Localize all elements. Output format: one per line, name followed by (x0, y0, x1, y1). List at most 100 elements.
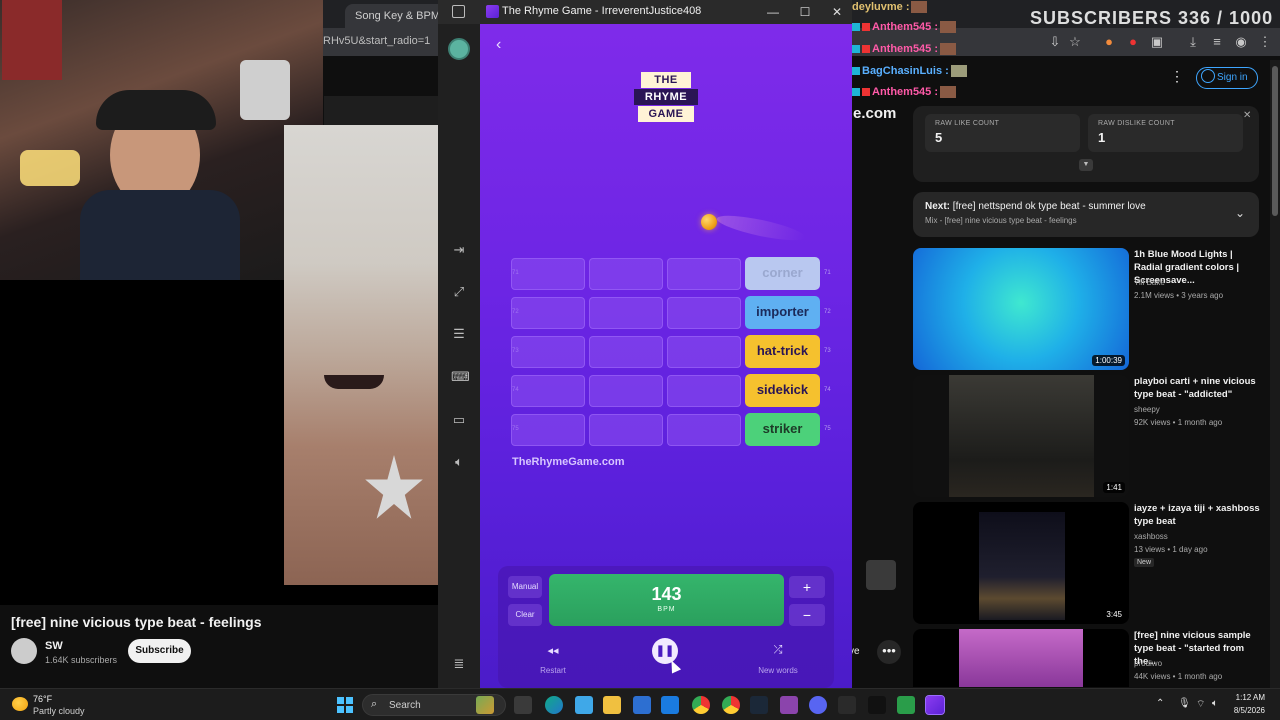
settings-sliders-icon[interactable]: ☰ (451, 326, 467, 342)
beat-cell (511, 375, 585, 407)
restart-label[interactable]: Restart (523, 666, 583, 675)
wall-poster-left (2, 0, 62, 80)
video-frame (284, 125, 438, 585)
new-words-label[interactable]: New words (743, 666, 813, 675)
chrome-icon[interactable] (722, 696, 740, 714)
app-icon[interactable] (780, 696, 798, 714)
steam-icon[interactable] (750, 696, 768, 714)
app-icon[interactable] (838, 696, 856, 714)
tray-chevron-icon[interactable]: ⌃ (1156, 698, 1164, 709)
copilot-icon[interactable] (575, 696, 593, 714)
app-icon[interactable] (897, 696, 915, 714)
more-actions-button[interactable]: ••• (877, 640, 901, 664)
weather-description[interactable]: Partly cloudy (33, 706, 85, 716)
exit-icon[interactable]: ⇥ (451, 242, 467, 258)
recommendation-title[interactable]: playboi carti + nine vicious type beat -… (1134, 375, 1260, 401)
user-avatar[interactable] (448, 38, 470, 60)
label-icon[interactable]: ▭ (451, 412, 467, 428)
duration-badge: 1:00:39 (1092, 355, 1125, 366)
chevron-down-icon[interactable]: ⌄ (1235, 206, 1245, 220)
sidebar-toggle-icon[interactable] (452, 5, 465, 18)
shuffle-icon[interactable]: ⤮ (763, 644, 793, 657)
weather-icon[interactable] (12, 697, 28, 711)
thumbnail-image (979, 512, 1065, 620)
store-icon[interactable] (633, 696, 651, 714)
file-explorer-icon[interactable] (603, 696, 621, 714)
restart-icon[interactable]: ◂◂ (538, 644, 568, 657)
chat-message: Anthem545 : (852, 43, 957, 56)
recommendation-channel[interactable]: sheepy (1134, 405, 1160, 414)
browser-menu-icon[interactable]: ⋮ (1258, 35, 1272, 49)
rhyme-game-window: The Rhyme Game - IrreverentJustice408 — … (438, 0, 852, 688)
chat-user: deyluvme (852, 1, 903, 13)
rhyme-game-taskbar-icon[interactable] (925, 695, 945, 715)
window-titlebar[interactable]: The Rhyme Game - IrreverentJustice408 — … (438, 0, 852, 24)
recommendation-item[interactable]: 1:00:39 1h Blue Mood Lights | Radial gra… (913, 248, 1259, 370)
task-view-icon[interactable] (514, 696, 532, 714)
widget-icon[interactable] (476, 696, 494, 714)
close-icon[interactable]: ✕ (1243, 110, 1251, 121)
chevron-down-icon[interactable]: ▼ (1079, 159, 1093, 171)
sign-in-button[interactable]: Sign in (1196, 67, 1258, 89)
playlist-icon[interactable]: ≣ (451, 656, 467, 672)
dislike-count-box: RAW DISLIKE COUNT 1 (1088, 114, 1243, 152)
channel-avatar[interactable] (11, 638, 37, 664)
terminal-icon[interactable] (868, 696, 886, 714)
install-icon[interactable]: ⇩ (1048, 35, 1062, 49)
up-next-panel[interactable]: Next: [free] nettspend ok type beat - su… (913, 192, 1259, 237)
volume-icon[interactable]: 🔈︎ (451, 454, 467, 470)
discord-icon[interactable] (809, 696, 827, 714)
minimize-icon[interactable]: — (764, 3, 782, 21)
recommendation-channel[interactable]: prodiwo (1134, 659, 1162, 668)
bpm-display[interactable]: 143 BPM (549, 574, 784, 626)
start-button[interactable] (337, 697, 353, 713)
microphone-icon[interactable]: 🎙︎ (1178, 698, 1191, 709)
video-thumbnail[interactable] (913, 629, 1129, 687)
expand-icon[interactable]: ⤢ (451, 284, 467, 300)
row-number: 71 (824, 270, 831, 276)
clock-date[interactable]: 8/5/2026 (1225, 706, 1265, 715)
recommendation-item[interactable]: 1:41 playboi carti + nine vicious type b… (913, 375, 1259, 497)
recommendation-item[interactable]: 3:45 iayze + izaya tiji + xashboss type … (913, 502, 1260, 624)
keyboard-icon[interactable]: ⌨ (451, 369, 470, 385)
bpm-increase-button[interactable]: + (789, 576, 825, 598)
close-icon[interactable]: ✕ (828, 3, 846, 21)
recommendation-title[interactable]: iayze + izaya tiji + xashboss type beat (1134, 502, 1260, 528)
up-next-line: Next: [free] nettspend ok type beat - su… (925, 201, 1247, 212)
video-mouth (324, 375, 384, 389)
clear-button[interactable]: Clear (508, 604, 542, 626)
bookmark-star-icon[interactable]: ☆ (1068, 35, 1082, 49)
video-thumbnail[interactable]: 1:00:39 (913, 248, 1129, 370)
edge-icon[interactable] (545, 696, 563, 714)
adblock-icon[interactable]: ● (1126, 35, 1140, 49)
media-icon[interactable]: ≡ (1210, 35, 1224, 49)
kebab-menu-icon[interactable]: ⋮ (1170, 68, 1184, 85)
extensions-puzzle-icon[interactable]: ▣ (1150, 35, 1164, 49)
row-number: 72 (824, 309, 831, 315)
speaker-icon[interactable]: 🔈︎ (1212, 698, 1218, 709)
chat-emote (911, 1, 928, 14)
video-title: [free] nine vicious type beat - feelings (11, 614, 262, 630)
manual-button[interactable]: Manual (508, 576, 542, 598)
wifi-icon[interactable]: ⌔ (1196, 698, 1205, 711)
downloads-icon[interactable]: ⤓ (1186, 35, 1200, 49)
video-thumbnail[interactable]: 1:41 (913, 375, 1129, 497)
maximize-icon[interactable]: ☐ (796, 3, 814, 21)
clock-time[interactable]: 1:12 AM (1225, 693, 1265, 702)
subscribe-button[interactable]: Subscribe (128, 639, 191, 663)
scrollbar-thumb[interactable] (1272, 66, 1278, 216)
chrome-icon[interactable] (692, 696, 710, 714)
video-thumbnail[interactable]: 3:45 (913, 502, 1129, 624)
page-scrollbar[interactable] (1270, 60, 1280, 688)
beat-cell (589, 258, 663, 290)
wall-poster (240, 60, 290, 120)
bpm-decrease-button[interactable]: − (789, 604, 825, 626)
profile-icon[interactable]: ◉ (1234, 35, 1248, 49)
recommendation-channel[interactable]: xashboss (1134, 532, 1168, 541)
weather-temperature[interactable]: 76°F (33, 694, 52, 704)
outlook-icon[interactable] (661, 696, 679, 714)
extension-icon[interactable]: ● (1102, 35, 1116, 49)
recommendation-channel[interactable]: Yill Bake (1134, 278, 1165, 287)
recommendation-item[interactable]: [free] nine vicious sample type beat - "… (913, 629, 1259, 687)
channel-name[interactable]: SW (45, 640, 63, 652)
